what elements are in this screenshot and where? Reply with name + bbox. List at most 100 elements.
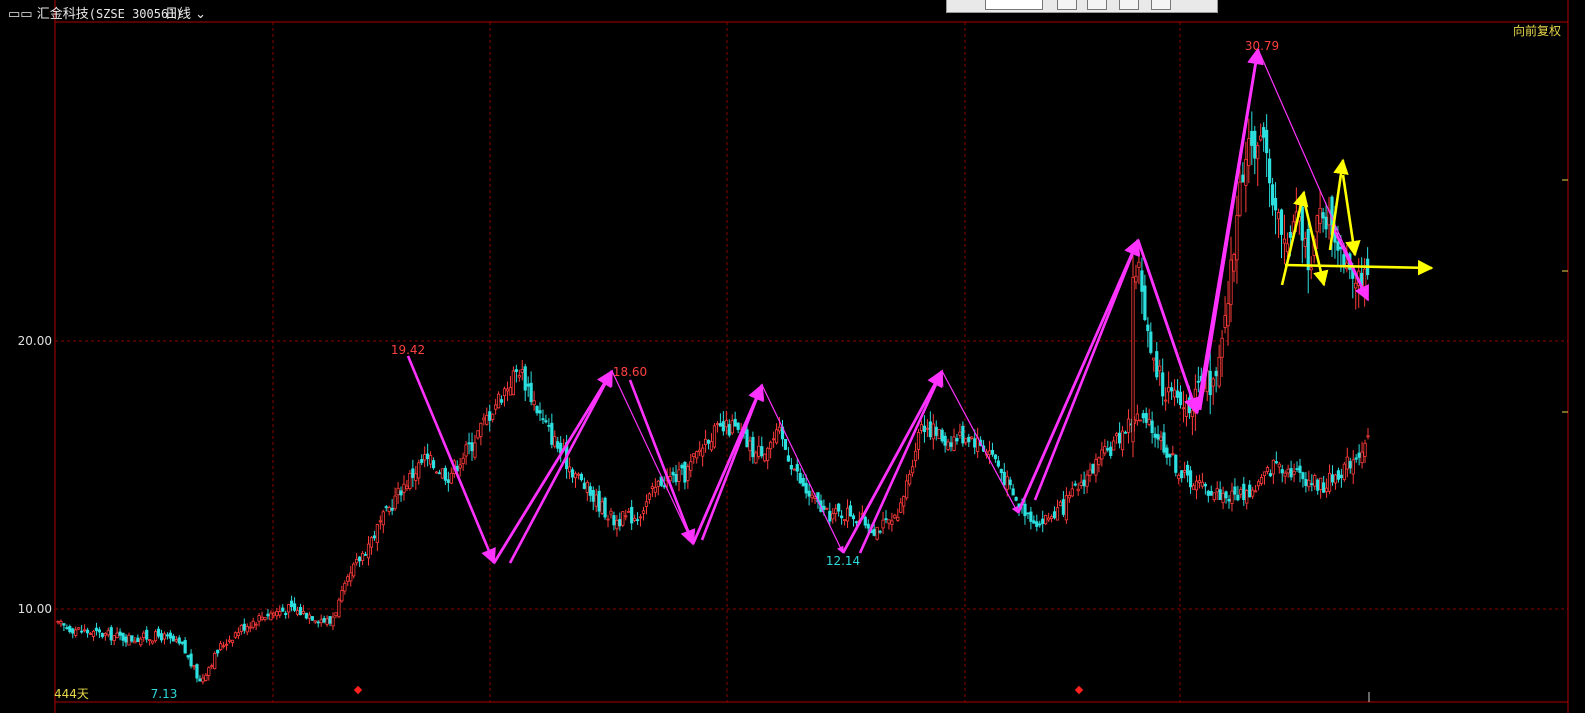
candle-body: [1285, 243, 1290, 253]
candle-body: [922, 425, 927, 433]
candle-body: [1212, 492, 1216, 500]
toolbar-button[interactable]: [1151, 0, 1171, 10]
candle-body: [748, 440, 752, 452]
candle-body: [1273, 198, 1278, 211]
candle-body: [151, 640, 155, 644]
candle-body: [1194, 480, 1199, 491]
candle-body: [414, 473, 418, 481]
candle-body: [275, 611, 279, 617]
candle-body: [701, 447, 705, 457]
candle-body: [485, 414, 489, 425]
candle-body: [292, 603, 297, 611]
candle-body: [774, 429, 779, 444]
candle-body: [1200, 481, 1205, 487]
candle-body: [186, 655, 190, 658]
candle-body: [940, 429, 944, 442]
candle-body: [1134, 275, 1138, 283]
candle-body: [795, 464, 799, 472]
candle-body: [307, 614, 311, 619]
candle-body: [213, 652, 217, 670]
candle-body: [1250, 130, 1254, 146]
candle-body: [408, 472, 412, 490]
candle-body: [635, 519, 640, 522]
candle-body: [88, 633, 93, 635]
candle-body: [606, 518, 610, 521]
window-icon[interactable]: ▭▭: [8, 7, 33, 22]
candle-body: [692, 453, 696, 458]
candle-body: [491, 413, 495, 420]
candle-body: [1218, 489, 1222, 501]
candle-body: [470, 442, 474, 452]
candle-body: [854, 521, 859, 524]
candle-body: [467, 442, 471, 445]
candle-body: [863, 516, 867, 526]
candle-body: [1265, 129, 1269, 154]
candle-body: [733, 418, 737, 427]
candle-body: [372, 535, 377, 539]
candle-body: [476, 430, 480, 439]
candle-body: [715, 423, 720, 426]
candle-body: [535, 405, 539, 414]
candle-body: [399, 490, 403, 496]
candle-body: [1147, 418, 1151, 425]
candle-body: [1188, 470, 1193, 488]
price-adjustment-label[interactable]: 向前复权: [1513, 22, 1561, 39]
candle-body: [242, 623, 246, 631]
toolbar-button[interactable]: [1087, 0, 1107, 10]
candle-body: [958, 431, 962, 436]
candle-body: [508, 387, 513, 396]
candle-body: [479, 422, 483, 437]
zigzag-segment: [492, 369, 614, 564]
candle-body: [387, 507, 391, 512]
toolbar-button[interactable]: [1119, 0, 1139, 10]
candle-body: [653, 486, 657, 493]
candle-body: [567, 466, 572, 473]
candle-body: [1008, 479, 1012, 486]
candle-body: [931, 423, 935, 440]
candle-body: [1289, 468, 1293, 478]
candle-body: [754, 452, 758, 464]
candle-body: [1103, 446, 1107, 454]
candle-body: [461, 457, 465, 464]
period-selector[interactable]: 日线 ⌄: [165, 3, 206, 22]
zigzag-up-arrow: [858, 369, 944, 554]
candle-body: [1274, 461, 1278, 464]
candle-body: [550, 422, 554, 445]
candle-body: [698, 449, 702, 453]
candle-body: [615, 519, 619, 530]
candle-body: [973, 438, 977, 448]
candle-body: [899, 502, 903, 513]
candle-body: [597, 490, 601, 512]
candle-body: [156, 628, 161, 637]
candle-body: [1058, 501, 1063, 507]
candle-body: [718, 423, 722, 427]
candle-body: [295, 610, 300, 615]
candle-body: [136, 637, 140, 643]
candle-body: [514, 369, 518, 372]
candle-body: [1230, 490, 1234, 504]
candle-body: [1165, 447, 1169, 458]
candle-body: [825, 507, 829, 510]
candle-body: [627, 510, 631, 513]
candle-body: [1184, 401, 1189, 417]
drawing-toolbar[interactable]: [946, 0, 1218, 13]
candle-body: [366, 543, 371, 559]
candle-body: [171, 635, 175, 642]
candle-body: [999, 468, 1003, 474]
toolbar-number-input[interactable]: [985, 0, 1043, 10]
candle-body: [1038, 523, 1042, 526]
candle-body: [313, 620, 317, 623]
candle-body: [1336, 241, 1340, 251]
candle-body: [192, 665, 196, 668]
candle-body: [520, 369, 524, 373]
candle-body: [872, 528, 876, 536]
candle-body: [881, 519, 885, 529]
candle-body: [656, 480, 660, 487]
candle-body: [437, 472, 442, 475]
candle-body: [993, 454, 998, 460]
candle-body: [1310, 483, 1314, 486]
price-chart[interactable]: 20.00 10.00 19.42 18.60 12.14 30.79 7.13: [0, 0, 1585, 713]
candle-body: [488, 411, 492, 421]
toolbar-button[interactable]: [1057, 0, 1077, 10]
candle-body: [1137, 261, 1141, 268]
